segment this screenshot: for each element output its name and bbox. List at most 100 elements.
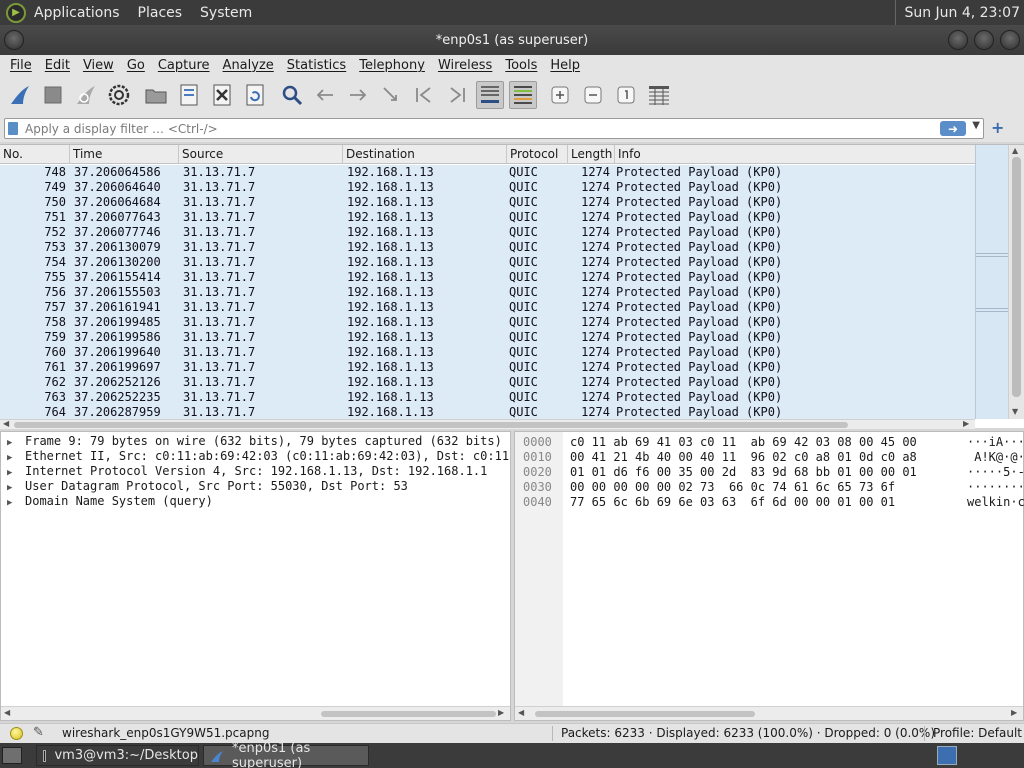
first-packet-icon[interactable]: [410, 81, 438, 109]
table-row[interactable]: 763 37.206252235 31.13.71.7 192.168.1.13 QUI…: [0, 390, 975, 405]
reload-icon[interactable]: [241, 81, 269, 109]
column-header-no[interactable]: No.: [0, 145, 70, 164]
menu-wireless[interactable]: Wireless: [438, 58, 492, 73]
expand-arrow-icon[interactable]: ▶: [7, 496, 25, 509]
system-menu[interactable]: System: [200, 5, 252, 21]
maximize-icon[interactable]: [974, 30, 994, 50]
last-packet-icon[interactable]: [443, 81, 471, 109]
detail-tree-item[interactable]: ▶ Domain Name System (query): [1, 494, 510, 509]
colorize-icon[interactable]: [509, 81, 537, 109]
display-filter-input[interactable]: [25, 120, 925, 137]
packet-list-horizontal-scrollbar[interactable]: ◀ ▶: [0, 419, 975, 429]
menu-analyze[interactable]: Analyze: [223, 58, 274, 73]
detail-tree-item[interactable]: ▶ Ethernet II, Src: c0:11:ab:69:42:03 (c0…: [1, 449, 510, 464]
bytes-ascii[interactable]: ········: [967, 480, 1024, 495]
bytes-offset[interactable]: 0020: [523, 465, 552, 480]
go-back-icon[interactable]: [311, 81, 339, 109]
table-row[interactable]: 760 37.206199640 31.13.71.7 192.168.1.13 QUI…: [0, 345, 975, 360]
add-filter-button-icon[interactable]: +: [991, 118, 1004, 137]
column-header-info[interactable]: Info: [615, 145, 975, 164]
menu-statistics[interactable]: Statistics: [287, 58, 346, 73]
bytes-offset[interactable]: 0010: [523, 450, 552, 465]
options-gear-icon[interactable]: [105, 81, 133, 109]
places-menu[interactable]: Places: [138, 5, 183, 21]
menu-file[interactable]: File: [10, 58, 32, 73]
bytes-hex[interactable]: 77 65 6c 6b 69 6e 03 63 6f 6d 00 00 01 0…: [570, 495, 895, 510]
column-header-source[interactable]: Source: [179, 145, 343, 164]
normal-size-icon[interactable]: [612, 81, 640, 109]
shark-fin-start-icon[interactable]: [6, 81, 34, 109]
table-row[interactable]: 759 37.206199586 31.13.71.7 192.168.1.13 QUI…: [0, 330, 975, 345]
scrollbar-thumb[interactable]: [14, 422, 848, 428]
bookmark-icon[interactable]: [8, 122, 18, 135]
apply-filter-arrow-icon[interactable]: ➜: [940, 121, 966, 136]
stop-square-icon[interactable]: [39, 81, 67, 109]
zoom-in-icon[interactable]: [546, 81, 574, 109]
table-row[interactable]: 764 37.206287959 31.13.71.7 192.168.1.13 QUI…: [0, 405, 975, 419]
go-to-packet-icon[interactable]: [377, 81, 405, 109]
capture-comment-icon[interactable]: ✎: [33, 725, 44, 740]
expand-arrow-icon[interactable]: ▶: [7, 481, 25, 494]
scrollbar-thumb[interactable]: [535, 711, 755, 717]
column-header-destination[interactable]: Destination: [343, 145, 507, 164]
expand-arrow-icon[interactable]: ▶: [7, 451, 25, 464]
table-row[interactable]: 757 37.206161941 31.13.71.7 192.168.1.13 QUI…: [0, 300, 975, 315]
open-folder-icon[interactable]: [142, 81, 170, 109]
distro-logo-icon[interactable]: ▶: [6, 2, 26, 23]
menu-edit[interactable]: Edit: [45, 58, 70, 73]
menu-help[interactable]: Help: [550, 58, 580, 73]
menu-telephony[interactable]: Telephony: [359, 58, 425, 73]
scrollbar-thumb[interactable]: [321, 711, 496, 717]
profile-switcher[interactable]: Profile: Default: [933, 726, 1022, 740]
save-file-icon[interactable]: [175, 81, 203, 109]
bytes-offset[interactable]: 0040: [523, 495, 552, 510]
resize-columns-icon[interactable]: [645, 81, 673, 109]
table-row[interactable]: 748 37.206064586 31.13.71.7 192.168.1.13 QUI…: [0, 165, 975, 180]
menu-capture[interactable]: Capture: [158, 58, 210, 73]
clock[interactable]: Sun Jun 4, 23:07: [895, 0, 1020, 25]
bytes-offset[interactable]: 0030: [523, 480, 552, 495]
task-terminal[interactable]: vm3@vm3:~/Desktop: [36, 745, 199, 766]
menu-tools[interactable]: Tools: [505, 58, 537, 73]
find-magnifier-icon[interactable]: [278, 81, 306, 109]
table-row[interactable]: 749 37.206064640 31.13.71.7 192.168.1.13 QUI…: [0, 180, 975, 195]
bytes-hex[interactable]: 01 01 d6 f6 00 35 00 2d 83 9d 68 bb 01 0…: [570, 465, 917, 480]
filter-history-dropdown-icon[interactable]: ▼: [972, 120, 980, 131]
autoscroll-icon[interactable]: [476, 81, 504, 109]
bytes-hex[interactable]: 00 00 00 00 00 02 73 66 0c 74 61 6c 65 7…: [570, 480, 895, 495]
table-row[interactable]: 751 37.206077643 31.13.71.7 192.168.1.13 QUI…: [0, 210, 975, 225]
table-row[interactable]: 750 37.206064684 31.13.71.7 192.168.1.13 QUI…: [0, 195, 975, 210]
bytes-hex[interactable]: 00 41 21 4b 40 00 40 11 96 02 c0 a8 01 0…: [570, 450, 917, 465]
bytes-offset[interactable]: 0000: [523, 435, 552, 450]
detail-tree-item[interactable]: ▶ Frame 9: 79 bytes on wire (632 bits), 7…: [1, 434, 510, 449]
bytes-ascii[interactable]: ·····5·-: [967, 465, 1024, 480]
table-row[interactable]: 753 37.206130079 31.13.71.7 192.168.1.13 QUI…: [0, 240, 975, 255]
packet-minimap[interactable]: [975, 145, 1009, 419]
detail-tree-item[interactable]: ▶ Internet Protocol Version 4, Src: 192.1…: [1, 464, 510, 479]
table-row[interactable]: 758 37.206199485 31.13.71.7 192.168.1.13 QUI…: [0, 315, 975, 330]
table-row[interactable]: 755 37.206155414 31.13.71.7 192.168.1.13 QUI…: [0, 270, 975, 285]
detail-tree-item[interactable]: ▶ User Datagram Protocol, Src Port: 55030…: [1, 479, 510, 494]
details-horizontal-scrollbar[interactable]: ◀ ▶: [1, 706, 510, 720]
table-row[interactable]: 761 37.206199697 31.13.71.7 192.168.1.13 QUI…: [0, 360, 975, 375]
go-forward-icon[interactable]: [344, 81, 372, 109]
bytes-hex[interactable]: c0 11 ab 69 41 03 c0 11 ab 69 42 03 08 0…: [570, 435, 917, 450]
bytes-horizontal-scrollbar[interactable]: ◀ ▶: [515, 706, 1023, 720]
window-titlebar[interactable]: *enp0s1 (as superuser): [0, 25, 1024, 55]
zoom-out-icon[interactable]: [579, 81, 607, 109]
window-menu-icon[interactable]: [4, 30, 24, 50]
task-wireshark[interactable]: *enp0s1 (as superuser): [203, 741, 369, 768]
tray-wireshark-icon[interactable]: [937, 746, 957, 765]
table-row[interactable]: 756 37.206155503 31.13.71.7 192.168.1.13 QUI…: [0, 285, 975, 300]
table-row[interactable]: 762 37.206252126 31.13.71.7 192.168.1.13 QUI…: [0, 375, 975, 390]
show-desktop-icon[interactable]: [2, 747, 22, 764]
table-row[interactable]: 752 37.206077746 31.13.71.7 192.168.1.13 QUI…: [0, 225, 975, 240]
minimize-icon[interactable]: [948, 30, 968, 50]
packet-list-vertical-scrollbar[interactable]: ▲ ▼: [1008, 145, 1024, 419]
bytes-ascii[interactable]: welkin·c: [967, 495, 1024, 510]
close-icon[interactable]: [1000, 30, 1020, 50]
scrollbar-thumb[interactable]: [1012, 157, 1021, 397]
restart-fin-icon[interactable]: [72, 81, 100, 109]
menu-view[interactable]: View: [83, 58, 114, 73]
close-file-icon[interactable]: [208, 81, 236, 109]
